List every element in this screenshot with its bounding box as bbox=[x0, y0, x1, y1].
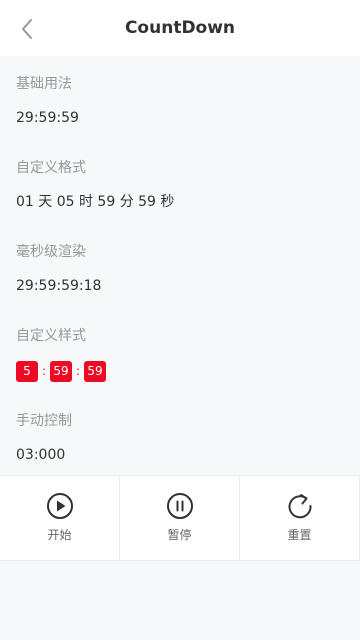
countdown-custom-style: 5 : 59 : 59 bbox=[16, 360, 106, 382]
page-title: CountDown bbox=[124, 18, 236, 38]
countdown-manual: 03:000 bbox=[16, 447, 66, 463]
play-circle-icon bbox=[46, 493, 73, 519]
start-label: 开始 bbox=[47, 528, 72, 542]
reset-label: 重置 bbox=[287, 528, 312, 542]
section-title-basic: 基础用法 bbox=[16, 76, 72, 92]
section-title-custom-format: 自定义格式 bbox=[16, 160, 86, 176]
replay-icon bbox=[288, 494, 312, 519]
start-button[interactable]: 开始 bbox=[0, 476, 120, 560]
control-grid: 开始 暂停 重置 bbox=[0, 475, 360, 561]
hours-block: 5 bbox=[16, 360, 38, 382]
pause-button[interactable]: 暂停 bbox=[120, 476, 240, 560]
pause-circle-icon bbox=[166, 493, 193, 519]
colon-separator: : bbox=[41, 363, 47, 378]
pause-label: 暂停 bbox=[167, 528, 192, 542]
reset-button[interactable]: 重置 bbox=[240, 476, 360, 560]
section-title-custom-style: 自定义样式 bbox=[16, 328, 86, 344]
minutes-block: 59 bbox=[50, 360, 72, 382]
section-title-manual-control: 手动控制 bbox=[16, 413, 72, 429]
nav-bar: CountDown bbox=[0, 0, 360, 56]
countdown-basic: 29:59:59 bbox=[16, 110, 79, 126]
colon-separator: : bbox=[75, 363, 81, 378]
seconds-block: 59 bbox=[84, 360, 106, 382]
section-title-millisecond: 毫秒级渲染 bbox=[16, 244, 86, 260]
countdown-custom-format: 01 天 05 时 59 分 59 秒 bbox=[16, 194, 175, 210]
countdown-millisecond: 29:59:59:18 bbox=[16, 278, 102, 294]
